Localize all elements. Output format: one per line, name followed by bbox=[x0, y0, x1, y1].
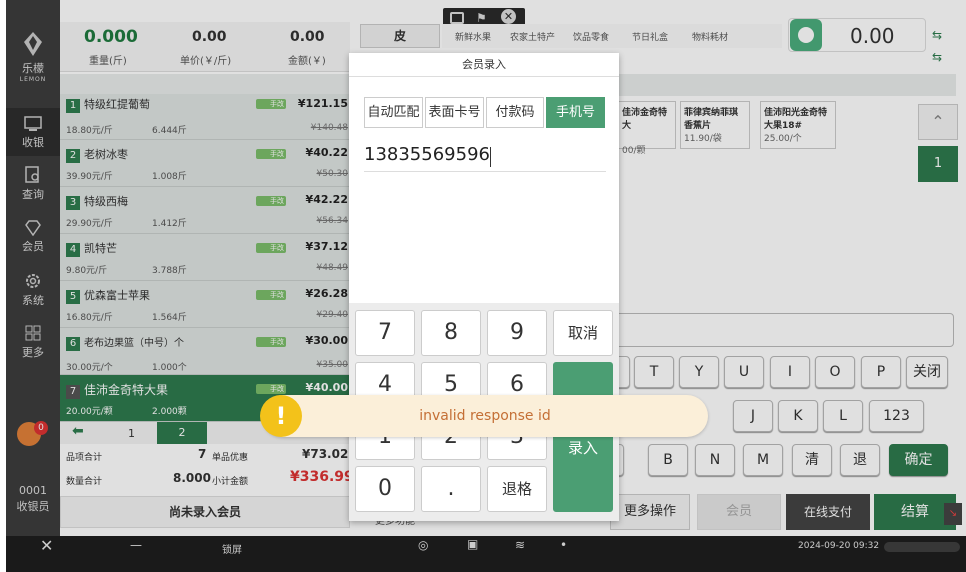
numpad-cancel[interactable]: 取消 bbox=[553, 310, 613, 356]
monitor-icon[interactable]: ▣ bbox=[467, 537, 478, 551]
wifi-icon[interactable]: ≋ bbox=[515, 538, 525, 552]
datetime: 2024-09-20 09:32 bbox=[798, 541, 880, 551]
numpad-key-8[interactable]: 8 bbox=[421, 310, 481, 356]
numpad-key-7[interactable]: 7 bbox=[355, 310, 415, 356]
dot-icon: • bbox=[560, 538, 568, 552]
blurred-area bbox=[884, 542, 960, 552]
phone-value: 13835569596 bbox=[364, 144, 490, 165]
tab-pay-code[interactable]: 付款码 bbox=[486, 97, 544, 128]
tab-phone[interactable]: 手机号 bbox=[546, 97, 605, 128]
close-icon[interactable]: ✕ bbox=[40, 536, 53, 555]
numpad-key-dot[interactable]: . bbox=[421, 466, 481, 512]
minimize-icon[interactable]: — bbox=[130, 538, 142, 552]
numpad-key-9[interactable]: 9 bbox=[487, 310, 547, 356]
numpad-backspace[interactable]: 退格 bbox=[487, 466, 547, 512]
lock-screen[interactable]: 锁屏 bbox=[222, 541, 242, 556]
numpad-enter[interactable]: 录入 bbox=[553, 362, 613, 512]
tab-card-number[interactable]: 表面卡号 bbox=[425, 97, 484, 128]
toast-message: invalid response id bbox=[419, 408, 551, 424]
tab-auto-match[interactable]: 自动匹配 bbox=[364, 97, 423, 128]
modal-title: 会员录入 bbox=[349, 53, 619, 77]
globe-icon[interactable]: ◎ bbox=[418, 538, 428, 552]
phone-input[interactable]: 13835569596 bbox=[364, 140, 606, 172]
numpad-key-0[interactable]: 0 bbox=[355, 466, 415, 512]
